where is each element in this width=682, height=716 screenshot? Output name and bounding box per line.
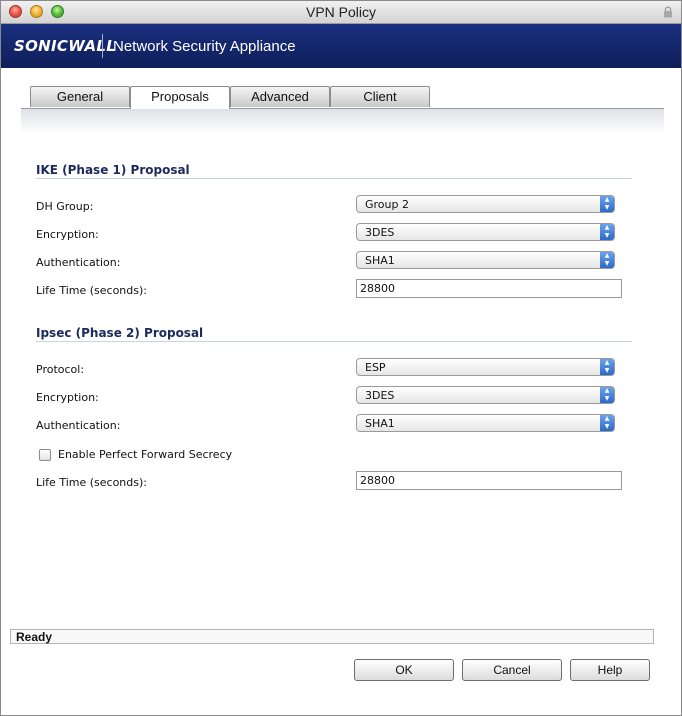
sonicwall-logo: SONICWALL xyxy=(14,37,117,55)
ike-encryption-select[interactable]: 3DES ▲ ▼ xyxy=(356,223,615,241)
window-title: VPN Policy xyxy=(305,4,377,20)
ipsec-protocol-select[interactable]: ESP ▲ ▼ xyxy=(356,358,615,376)
ike-authentication-value: SHA1 xyxy=(365,254,395,267)
status-bar: Ready xyxy=(10,629,654,644)
tab-advanced[interactable]: Advanced xyxy=(230,86,330,107)
ike-encryption-label: Encryption: xyxy=(36,228,99,241)
ipsec-lifetime-label: Life Time (seconds): xyxy=(36,476,147,489)
help-button[interactable]: Help xyxy=(570,659,650,681)
ipsec-encryption-label: Encryption: xyxy=(36,391,99,404)
vpn-policy-window: VPN Policy SONICWALL Network Security Ap… xyxy=(0,0,682,716)
ike-dh-group-select[interactable]: Group 2 ▲ ▼ xyxy=(356,195,615,213)
ipsec-encryption-value: 3DES xyxy=(365,389,395,402)
select-arrows-icon: ▲ ▼ xyxy=(600,196,614,212)
ike-lifetime-label: Life Time (seconds): xyxy=(36,284,147,297)
select-arrows-icon: ▲ ▼ xyxy=(600,415,614,431)
title-bar: VPN Policy xyxy=(1,1,681,24)
ipsec-authentication-select[interactable]: SHA1 ▲ ▼ xyxy=(356,414,615,432)
ike-authentication-select[interactable]: SHA1 ▲ ▼ xyxy=(356,251,615,269)
ike-authentication-label: Authentication: xyxy=(36,256,121,269)
select-arrows-icon: ▲ ▼ xyxy=(600,387,614,403)
tab-general[interactable]: General xyxy=(30,86,130,107)
tab-client[interactable]: Client xyxy=(330,86,430,107)
tab-proposals[interactable]: Proposals xyxy=(130,86,230,109)
tab-panel-shade xyxy=(21,109,664,133)
status-text: Ready xyxy=(16,630,53,644)
cancel-button[interactable]: Cancel xyxy=(462,659,562,681)
select-arrows-icon: ▲ ▼ xyxy=(600,359,614,375)
ike-section-divider xyxy=(36,178,632,179)
brand-divider xyxy=(102,34,103,58)
ipsec-protocol-label: Protocol: xyxy=(36,363,85,376)
ipsec-section-title: Ipsec (Phase 2) Proposal xyxy=(36,326,204,340)
ipsec-authentication-label: Authentication: xyxy=(36,419,121,432)
select-arrows-icon: ▲ ▼ xyxy=(600,252,614,268)
ike-dh-group-value: Group 2 xyxy=(365,198,409,211)
ok-button[interactable]: OK xyxy=(354,659,454,681)
pfs-checkbox[interactable] xyxy=(39,449,51,461)
ike-dh-group-label: DH Group: xyxy=(36,200,94,213)
ipsec-authentication-value: SHA1 xyxy=(365,417,395,430)
ike-encryption-value: 3DES xyxy=(365,226,395,239)
ipsec-protocol-value: ESP xyxy=(365,361,386,374)
select-arrows-icon: ▲ ▼ xyxy=(600,224,614,240)
lock-icon xyxy=(664,6,672,18)
product-name: Network Security Appliance xyxy=(113,38,296,55)
ike-section-title: IKE (Phase 1) Proposal xyxy=(36,163,190,177)
ipsec-encryption-select[interactable]: 3DES ▲ ▼ xyxy=(356,386,615,404)
brand-header: SONICWALL Network Security Appliance xyxy=(1,24,681,68)
ipsec-lifetime-input[interactable]: 28800 xyxy=(356,471,622,490)
ike-lifetime-input[interactable]: 28800 xyxy=(356,279,622,298)
pfs-checkbox-label[interactable]: Enable Perfect Forward Secrecy xyxy=(58,448,232,461)
ipsec-section-divider xyxy=(36,341,632,342)
